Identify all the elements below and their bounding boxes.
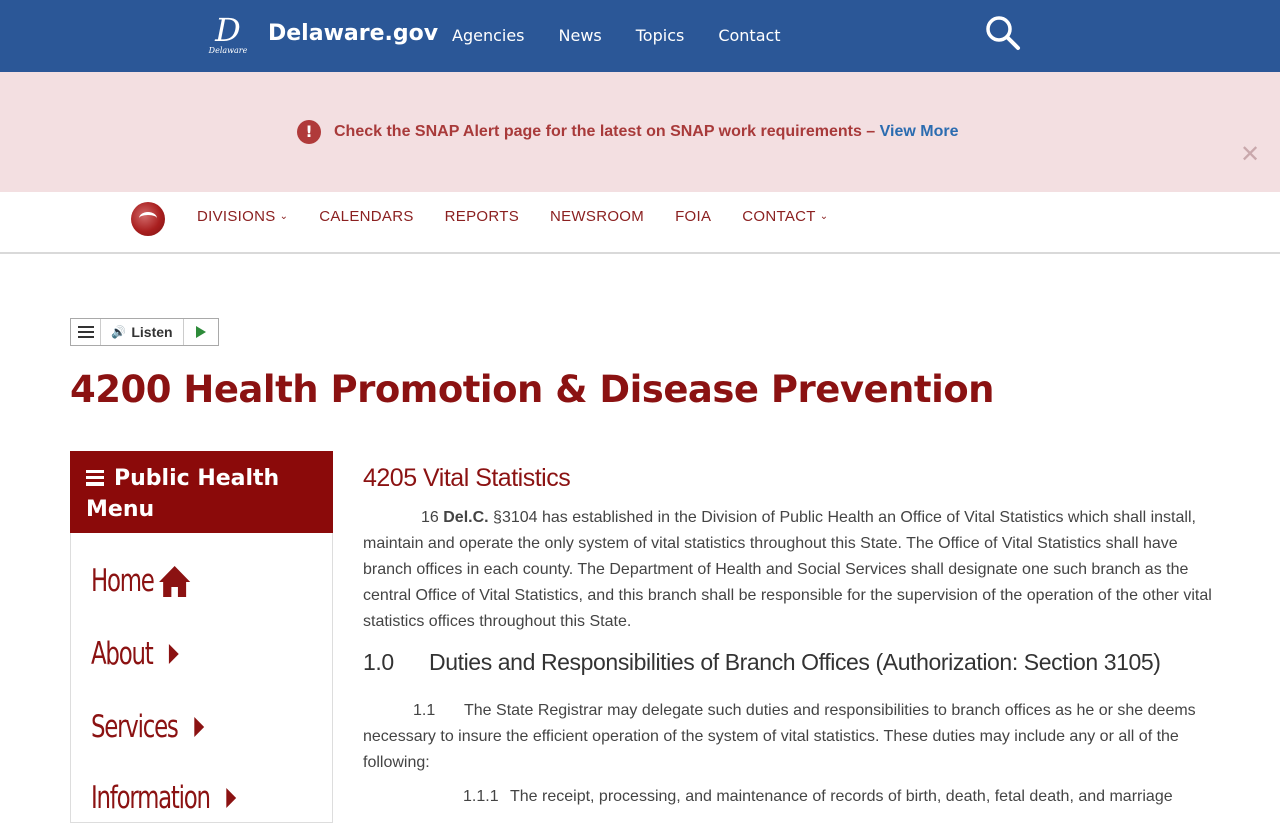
listen-label: Listen xyxy=(131,324,173,340)
page-title: 4200 Health Promotion & Disease Preventi… xyxy=(70,368,995,411)
side-menu-label: Services xyxy=(91,709,179,745)
caret-right-icon xyxy=(168,644,179,664)
subsection-heading: 1.0 Duties and Responsibilities of Branch… xyxy=(363,646,1161,678)
subsection-number: 1.0 xyxy=(363,649,394,675)
dhss-logo[interactable] xyxy=(131,202,165,236)
alert-icon: ! xyxy=(297,120,321,144)
caret-right-icon xyxy=(194,717,204,737)
side-menu: Home About Services Information xyxy=(70,533,333,823)
search-icon xyxy=(986,16,1020,50)
paragraph-number: 1.1 xyxy=(413,702,436,719)
side-menu-title: Public Health Menu xyxy=(86,466,280,522)
top-nav-agencies[interactable]: Agencies xyxy=(452,24,525,48)
intro-paragraph: 16 Del.C. §3104 has established in the D… xyxy=(363,505,1213,635)
nav-newsroom[interactable]: NEWSROOM xyxy=(550,208,644,226)
nav-divisions[interactable]: DIVISIONS ⌄ xyxy=(197,208,288,226)
logo-letter: D xyxy=(215,11,241,49)
snap-alert-banner: ✕ ! Check the SNAP Alert page for the la… xyxy=(0,72,1280,192)
home-icon xyxy=(159,566,191,597)
top-nav-contact[interactable]: Contact xyxy=(718,24,780,48)
view-more-link[interactable]: View More xyxy=(880,123,959,140)
side-menu-item-home[interactable]: Home xyxy=(91,561,191,601)
section-heading: 4205 Vital Statistics xyxy=(363,464,571,492)
top-nav: Agencies News Topics Contact xyxy=(452,24,815,48)
menu-icon xyxy=(86,470,104,486)
side-menu-header[interactable]: Public Health Menu xyxy=(70,451,333,533)
paragraph-1-1: 1.1 The State Registrar may delegate such… xyxy=(363,698,1213,776)
division-nav: DIVISIONS ⌄ CALENDARS REPORTS NEWSROOM F… xyxy=(0,192,1280,254)
nav-foia[interactable]: FOIA xyxy=(675,208,711,226)
top-nav-news[interactable]: News xyxy=(559,24,602,48)
chevron-down-icon: ⌄ xyxy=(279,211,289,222)
side-menu-label: About xyxy=(91,636,154,672)
paragraph-1-1-1: 1.1.1 The receipt, processing, and mainte… xyxy=(363,784,1213,810)
alert-message: Check the SNAP Alert page for the latest… xyxy=(334,120,958,144)
intro-text: §3104 has established in the Division of… xyxy=(363,509,1212,630)
close-icon[interactable]: ✕ xyxy=(1238,142,1262,166)
listen-menu-button[interactable] xyxy=(71,319,101,345)
paragraph-text: The State Registrar may delegate such du… xyxy=(363,702,1196,771)
paragraph-text: The receipt, processing, and maintenance… xyxy=(510,788,1173,805)
menu-icon xyxy=(77,326,94,338)
delaware-logo[interactable]: D Delaware xyxy=(208,14,248,58)
side-menu-label: Home xyxy=(91,563,155,599)
side-menu-item-services[interactable]: Services xyxy=(91,707,204,747)
paragraph-number: 1.1.1 xyxy=(463,788,499,805)
nav-contact-label: CONTACT xyxy=(742,208,816,225)
nav-divisions-label: DIVISIONS xyxy=(197,208,276,225)
subsection-title: Duties and Responsibilities of Branch Of… xyxy=(429,649,1161,675)
intro-bold: Del.C. xyxy=(443,509,489,526)
speaker-icon: 🔊 xyxy=(111,325,127,339)
nav-calendars[interactable]: CALENDARS xyxy=(319,208,413,226)
nav-contact[interactable]: CONTACT ⌄ xyxy=(742,208,828,226)
nav-reports[interactable]: REPORTS xyxy=(445,208,519,226)
listen-widget: 🔊 Listen xyxy=(70,318,219,346)
site-name-link[interactable]: Delaware.gov xyxy=(268,18,438,50)
chevron-down-icon: ⌄ xyxy=(819,211,829,222)
listen-button[interactable]: 🔊 Listen xyxy=(101,319,184,345)
play-icon xyxy=(196,326,206,338)
logo-caption: Delaware xyxy=(208,46,248,55)
play-button[interactable] xyxy=(184,319,218,345)
top-bar: D Delaware Delaware.gov Agencies News To… xyxy=(0,0,1280,72)
side-menu-item-about[interactable]: About xyxy=(91,634,179,674)
caret-right-icon xyxy=(226,788,237,808)
side-menu-label: Information xyxy=(91,780,211,816)
top-nav-topics[interactable]: Topics xyxy=(636,24,685,48)
alert-message-text: Check the SNAP Alert page for the latest… xyxy=(334,123,880,140)
side-menu-item-information[interactable]: Information xyxy=(91,778,237,818)
intro-prefix: 16 xyxy=(421,509,444,526)
search-button[interactable] xyxy=(984,14,1022,52)
